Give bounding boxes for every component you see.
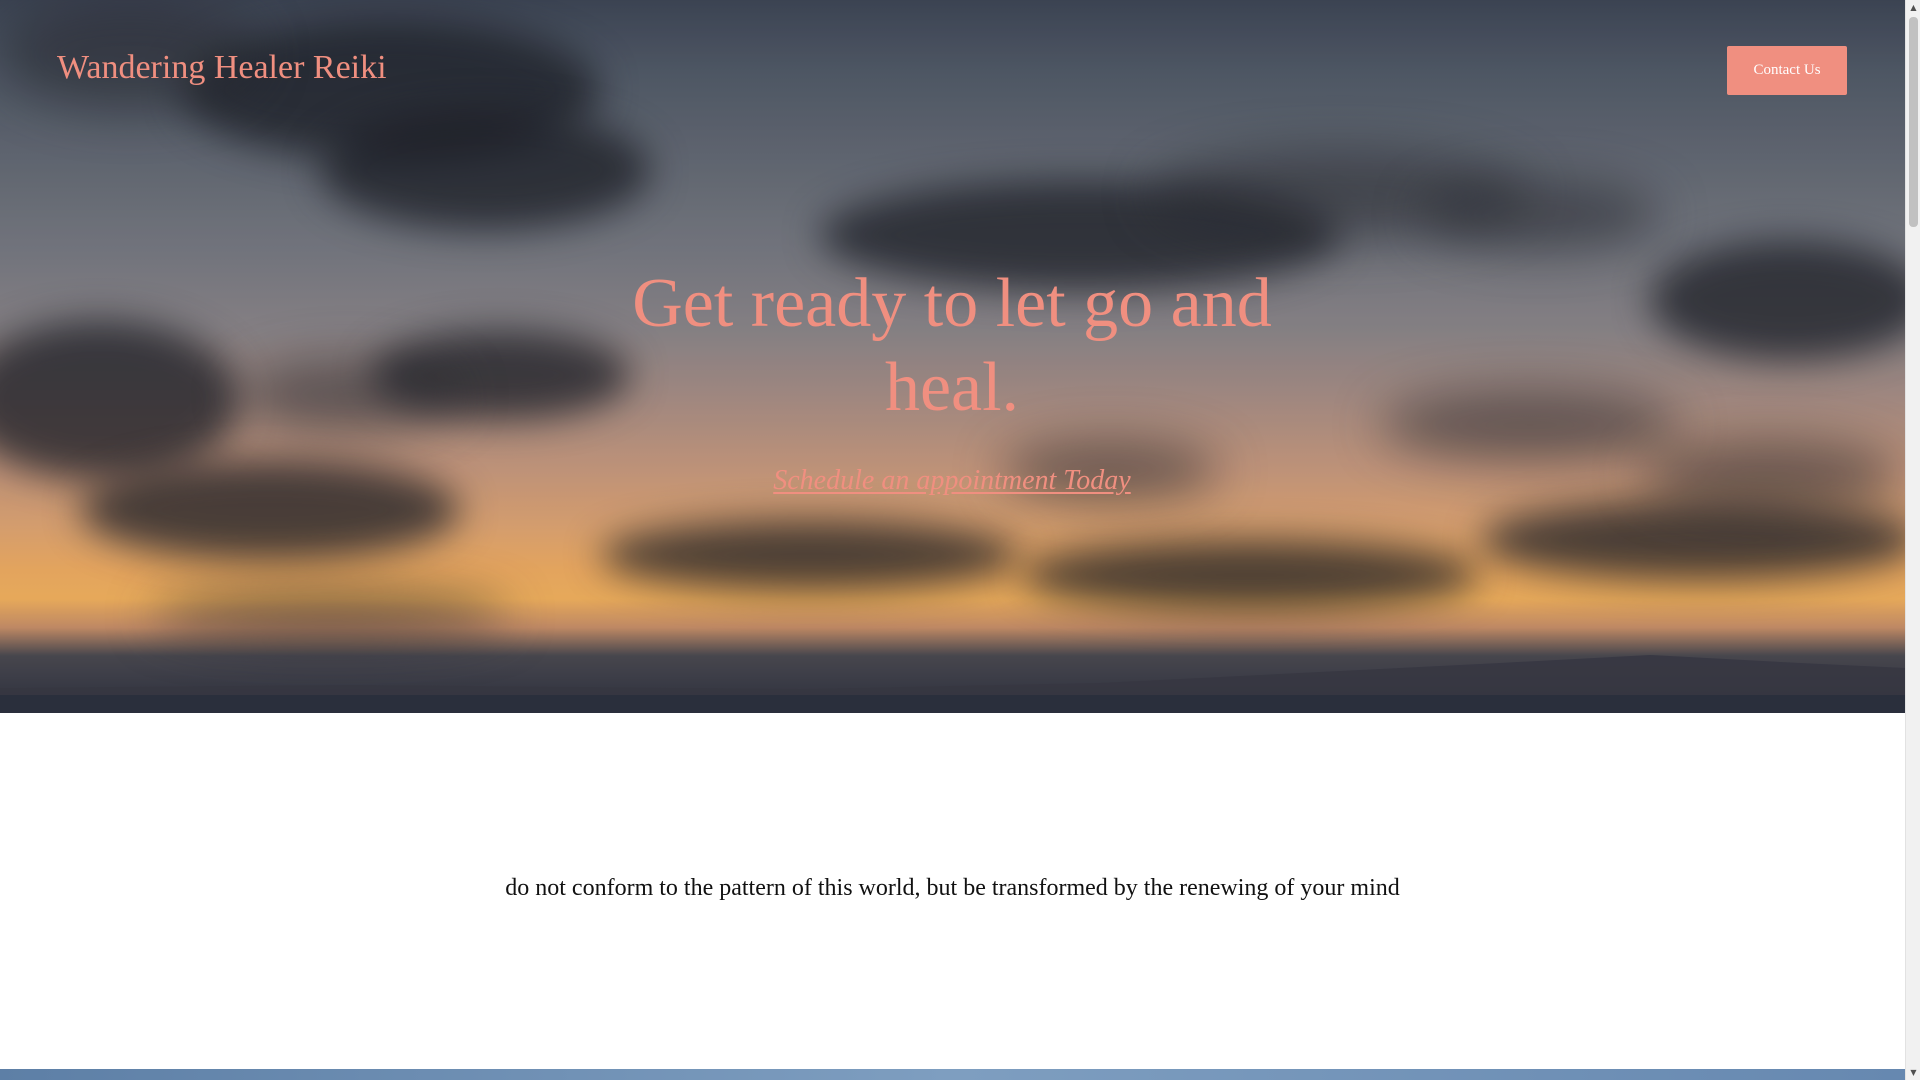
quote-text: do not conform to the pattern of this wo… [505, 875, 1400, 901]
next-section-image-edge [0, 1069, 1905, 1080]
schedule-appointment-link[interactable]: Schedule an appointment Today [602, 465, 1302, 497]
contact-us-button[interactable]: Contact Us [1727, 46, 1847, 95]
page: Wandering Healer Reiki Contact Us Get re… [0, 0, 1905, 1080]
hero-headline: Get ready to let go and heal. [632, 265, 1272, 426]
hero-section: Wandering Healer Reiki Contact Us Get re… [0, 0, 1905, 713]
scroll-down-arrow-icon[interactable]: ▼ [1906, 1065, 1920, 1080]
site-title[interactable]: Wandering Healer Reiki [57, 48, 387, 89]
scroll-up-arrow-icon[interactable]: ▲ [1906, 0, 1920, 15]
scrollbar-thumb[interactable] [1909, 17, 1918, 227]
page-scrollbar[interactable]: ▲ ▼ [1905, 0, 1920, 1080]
